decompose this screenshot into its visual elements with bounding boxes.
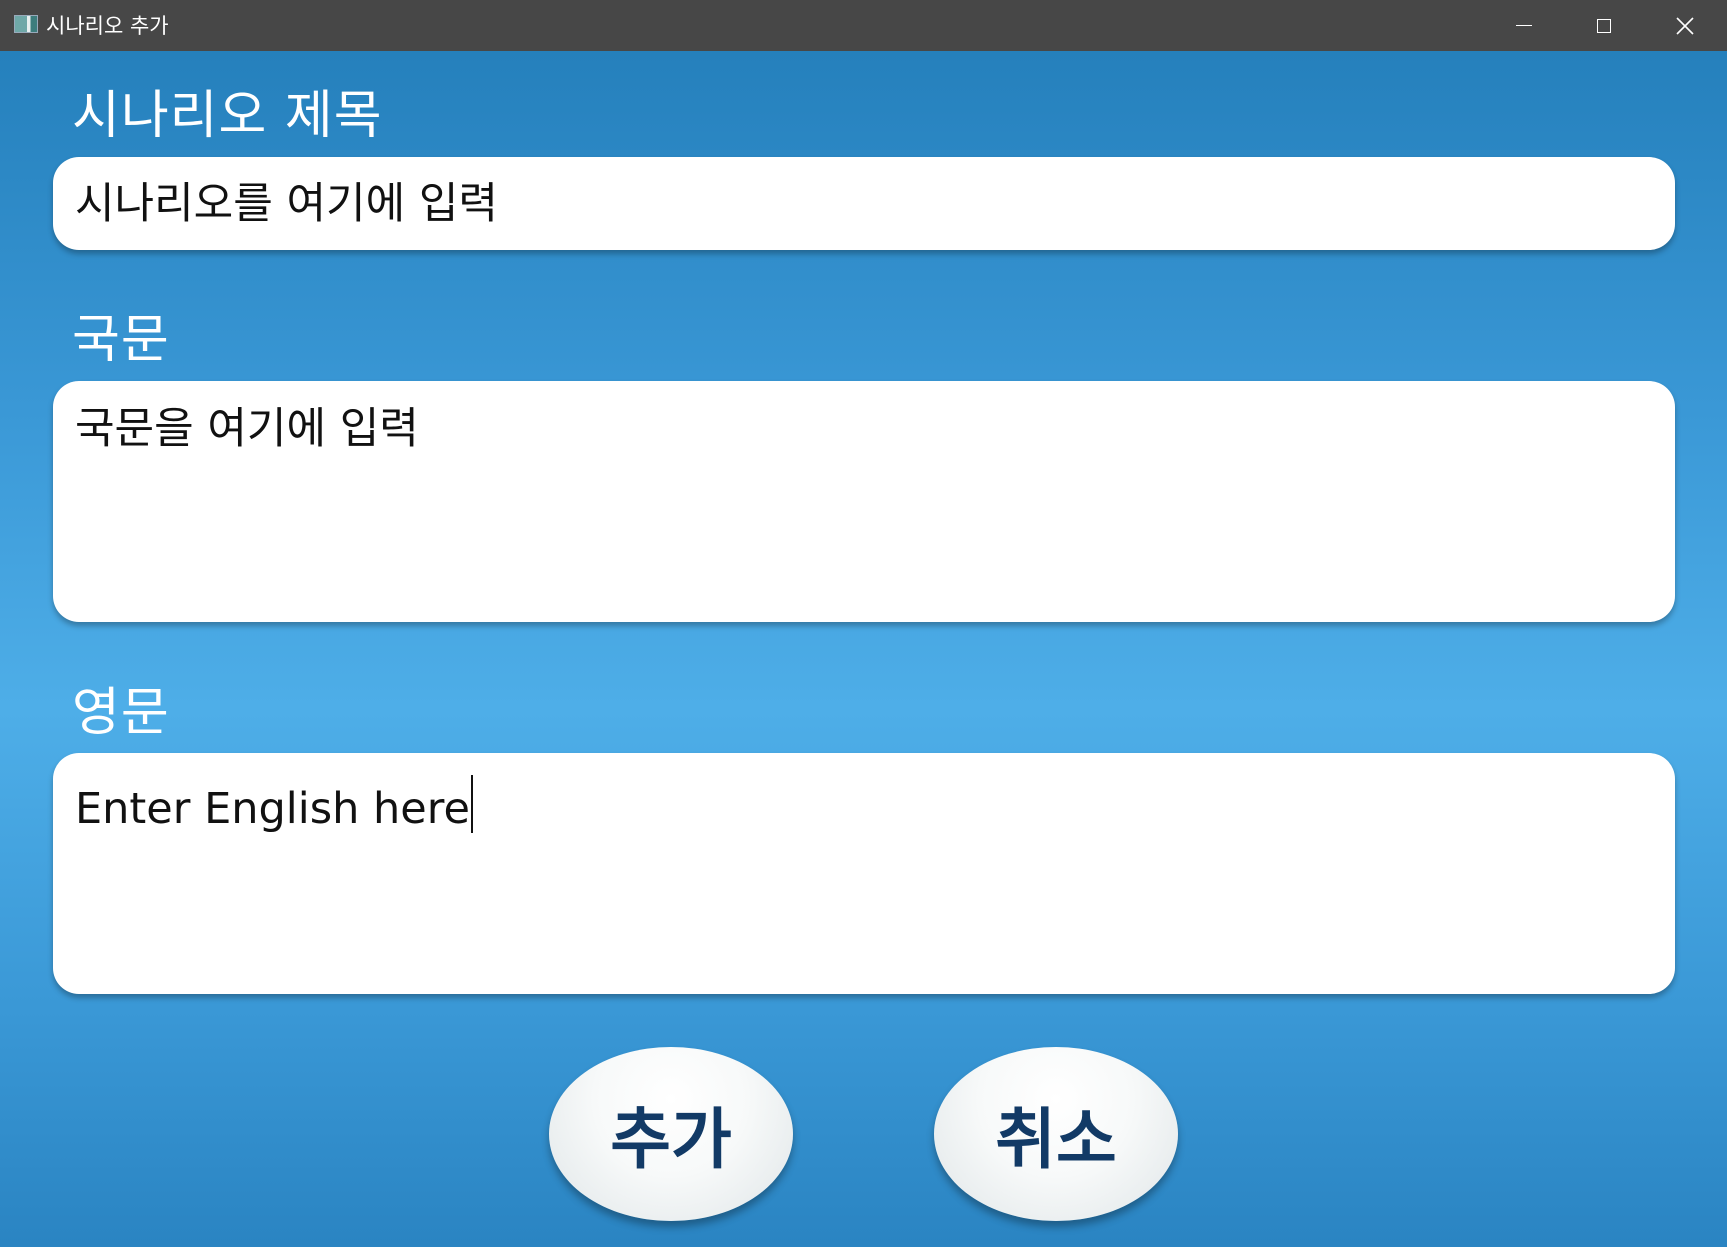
cancel-button[interactable]: 취소: [934, 1047, 1178, 1221]
add-button[interactable]: 추가: [549, 1047, 793, 1221]
english-text-input[interactable]: Enter English here: [53, 753, 1675, 994]
english-label: 영문: [72, 683, 170, 743]
scenario-title-input[interactable]: [53, 157, 1675, 250]
maximize-button[interactable]: [1564, 0, 1644, 51]
app-icon: [14, 15, 38, 33]
english-text-value: Enter English here: [75, 784, 470, 834]
add-scenario-window: 시나리오 추가 시나리오 제목 국문 영문 Enter English here…: [0, 0, 1727, 1247]
text-caret: [470, 775, 473, 833]
korean-label: 국문: [72, 310, 170, 370]
minimize-icon: [1516, 24, 1532, 27]
title-bar[interactable]: 시나리오 추가: [0, 0, 1727, 51]
window-title: 시나리오 추가: [46, 14, 169, 38]
korean-text-input[interactable]: [53, 381, 1675, 622]
minimize-button[interactable]: [1484, 0, 1564, 51]
scenario-title-label: 시나리오 제목: [72, 86, 383, 146]
maximize-icon: [1597, 18, 1611, 33]
close-icon: [1676, 16, 1694, 35]
close-button[interactable]: [1645, 0, 1725, 51]
